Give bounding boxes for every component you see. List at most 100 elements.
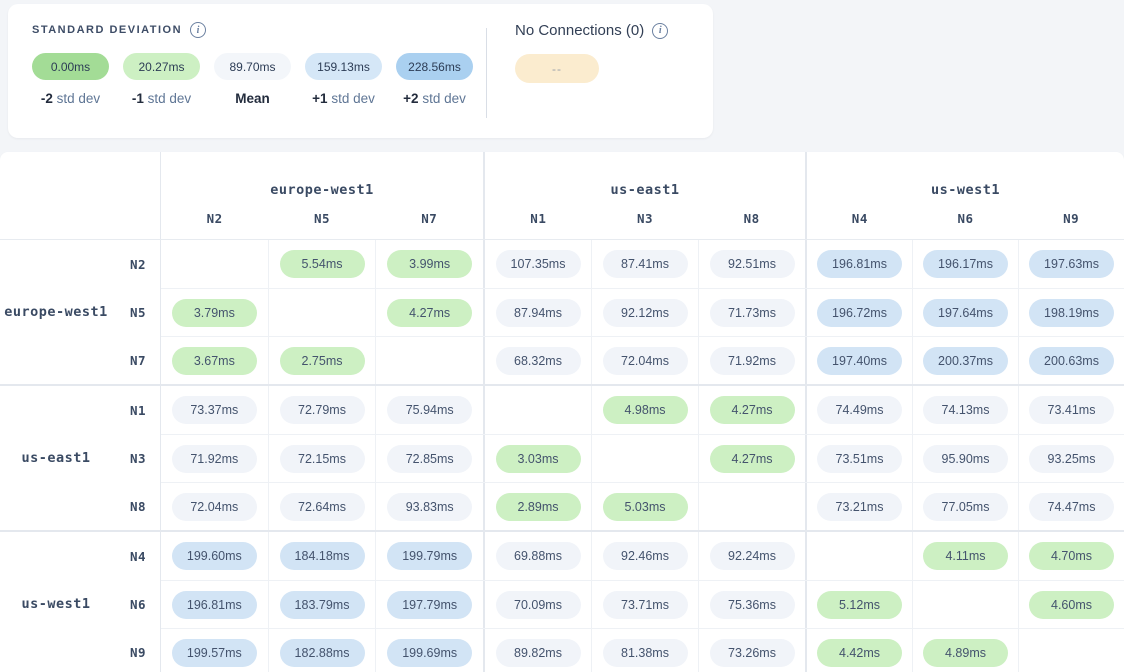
latency-pill[interactable]: 199.60ms — [172, 542, 257, 570]
latency-cell: 87.94ms — [485, 289, 591, 336]
latency-pill[interactable]: 200.63ms — [1029, 347, 1114, 375]
latency-cell: 87.41ms — [591, 240, 698, 288]
latency-pill[interactable]: 197.63ms — [1029, 250, 1114, 278]
latency-pill[interactable]: 196.81ms — [817, 250, 902, 278]
col-node-label: N7 — [376, 211, 483, 226]
latency-cell: 199.79ms — [375, 532, 483, 580]
latency-pill[interactable]: 75.94ms — [387, 396, 472, 424]
latency-pill[interactable]: 4.27ms — [710, 445, 795, 473]
latency-pill[interactable]: 5.12ms — [817, 591, 902, 619]
latency-pill[interactable]: 196.81ms — [172, 591, 257, 619]
latency-pill[interactable]: 197.40ms — [817, 347, 902, 375]
latency-pill[interactable]: 70.09ms — [496, 591, 581, 619]
latency-pill[interactable]: 95.90ms — [923, 445, 1008, 473]
latency-pill[interactable]: 74.13ms — [923, 396, 1008, 424]
latency-cell: 3.99ms — [375, 240, 483, 288]
latency-pill[interactable]: 87.41ms — [603, 250, 688, 278]
latency-pill[interactable]: 73.37ms — [172, 396, 257, 424]
latency-pill[interactable]: 4.27ms — [387, 299, 472, 327]
latency-cell: 93.83ms — [375, 483, 483, 530]
latency-pill[interactable]: 3.79ms — [172, 299, 257, 327]
legend-label-row: -2 std dev-1 std devMean+1 std dev+2 std… — [32, 91, 484, 106]
latency-cell: 72.04ms — [161, 483, 268, 530]
latency-pill[interactable]: 74.49ms — [817, 396, 902, 424]
latency-pill[interactable]: 197.64ms — [923, 299, 1008, 327]
latency-pill[interactable]: 198.19ms — [1029, 299, 1114, 327]
latency-pill[interactable]: 3.03ms — [496, 445, 581, 473]
latency-pill[interactable]: 72.79ms — [280, 396, 365, 424]
latency-pill[interactable]: 184.18ms — [280, 542, 365, 570]
latency-pill[interactable]: 75.36ms — [710, 591, 795, 619]
legend-pill-label: +2 std dev — [396, 91, 473, 106]
latency-pill[interactable]: 68.32ms — [496, 347, 581, 375]
latency-pill[interactable]: 92.46ms — [603, 542, 688, 570]
latency-pill[interactable]: 74.47ms — [1029, 493, 1114, 521]
latency-pill[interactable]: 93.25ms — [1029, 445, 1114, 473]
latency-pill[interactable]: 107.35ms — [496, 250, 581, 278]
matrix-row: N6196.81ms183.79ms197.79ms70.09ms73.71ms… — [0, 580, 1124, 628]
latency-pill[interactable]: 197.79ms — [387, 591, 472, 619]
latency-pill[interactable]: 73.71ms — [603, 591, 688, 619]
latency-pill[interactable]: 92.24ms — [710, 542, 795, 570]
cell-group: 71.92ms 72.15ms 72.85ms — [161, 435, 483, 482]
latency-cell-empty — [1018, 629, 1124, 672]
latency-pill[interactable]: 81.38ms — [603, 639, 688, 667]
latency-pill[interactable]: 199.69ms — [387, 639, 472, 667]
cell-group: 197.40ms 200.37ms 200.63ms — [805, 337, 1124, 384]
col-node-row: N2N5N7 — [161, 211, 483, 226]
latency-pill[interactable]: 93.83ms — [387, 493, 472, 521]
latency-pill[interactable]: 71.73ms — [710, 299, 795, 327]
latency-pill[interactable]: 182.88ms — [280, 639, 365, 667]
latency-pill[interactable]: 73.26ms — [710, 639, 795, 667]
info-icon[interactable]: i — [190, 22, 206, 38]
latency-pill[interactable]: 4.60ms — [1029, 591, 1114, 619]
latency-cell-empty — [485, 386, 591, 434]
latency-pill[interactable]: 5.03ms — [603, 493, 688, 521]
latency-pill[interactable]: 73.21ms — [817, 493, 902, 521]
latency-cell: 199.60ms — [161, 532, 268, 580]
latency-pill[interactable]: 72.15ms — [280, 445, 365, 473]
latency-pill[interactable]: 89.82ms — [496, 639, 581, 667]
latency-pill[interactable]: 196.17ms — [923, 250, 1008, 278]
latency-pill[interactable]: 72.04ms — [603, 347, 688, 375]
latency-pill[interactable]: 73.51ms — [817, 445, 902, 473]
matrix-header: europe-west1N2N5N7us-east1N1N3N8us-west1… — [0, 152, 1124, 240]
latency-pill[interactable]: 3.67ms — [172, 347, 257, 375]
latency-pill[interactable]: 72.64ms — [280, 493, 365, 521]
latency-pill[interactable]: 4.27ms — [710, 396, 795, 424]
latency-pill[interactable]: 92.12ms — [603, 299, 688, 327]
latency-pill[interactable]: 87.94ms — [496, 299, 581, 327]
latency-pill[interactable]: 72.04ms — [172, 493, 257, 521]
latency-cell: 72.79ms — [268, 386, 376, 434]
legend-pill-label: -1 std dev — [123, 91, 200, 106]
latency-pill[interactable]: 4.11ms — [923, 542, 1008, 570]
latency-pill[interactable]: 72.85ms — [387, 445, 472, 473]
latency-cell: 107.35ms — [485, 240, 591, 288]
latency-pill[interactable]: 73.41ms — [1029, 396, 1114, 424]
row-group: europe-west1N25.54ms3.99ms107.35ms87.41m… — [0, 240, 1124, 384]
latency-pill[interactable]: 71.92ms — [710, 347, 795, 375]
latency-pill[interactable]: 77.05ms — [923, 493, 1008, 521]
latency-pill[interactable]: 2.89ms — [496, 493, 581, 521]
row-region-label: us-west1 — [0, 596, 112, 612]
latency-pill[interactable]: 196.72ms — [817, 299, 902, 327]
latency-cell: 196.81ms — [807, 240, 912, 288]
latency-pill[interactable]: 4.70ms — [1029, 542, 1114, 570]
latency-pill[interactable]: 183.79ms — [280, 591, 365, 619]
latency-pill[interactable]: 4.98ms — [603, 396, 688, 424]
latency-pill[interactable]: 199.79ms — [387, 542, 472, 570]
latency-pill[interactable]: 2.75ms — [280, 347, 365, 375]
latency-pill[interactable]: 199.57ms — [172, 639, 257, 667]
latency-pill[interactable]: 3.99ms — [387, 250, 472, 278]
latency-cell: 69.88ms — [485, 532, 591, 580]
latency-pill[interactable]: 5.54ms — [280, 250, 365, 278]
latency-pill[interactable]: 69.88ms — [496, 542, 581, 570]
latency-pill[interactable]: 4.42ms — [817, 639, 902, 667]
latency-pill[interactable]: 200.37ms — [923, 347, 1008, 375]
cell-groups: 72.04ms 72.64ms 93.83ms 2.89ms 5.03ms 73.21ms… — [161, 482, 1124, 530]
latency-pill[interactable]: 4.89ms — [923, 639, 1008, 667]
cell-groups: 199.57ms 182.88ms 199.69ms 89.82ms 81.38ms 73… — [161, 628, 1124, 672]
latency-pill[interactable]: 92.51ms — [710, 250, 795, 278]
latency-pill[interactable]: 71.92ms — [172, 445, 257, 473]
info-icon[interactable]: i — [652, 23, 668, 39]
